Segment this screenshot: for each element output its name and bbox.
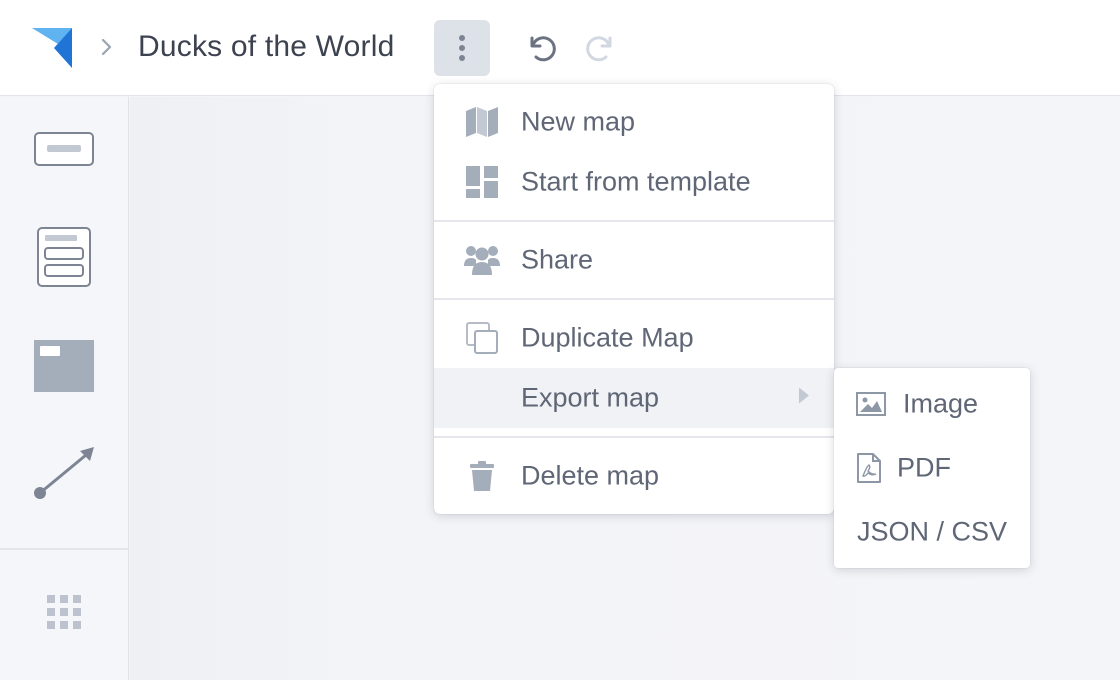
copy-icon [464,320,500,356]
caret-right-icon [798,387,810,410]
export-pdf-item[interactable]: PDF [834,438,1030,498]
image-icon [856,392,886,416]
menu-item-delete-map[interactable]: Delete map [434,446,834,506]
users-icon [464,242,500,278]
menu-item-export-map[interactable]: Export map [434,368,834,428]
menu-item-duplicate-map[interactable]: Duplicate Map [434,308,834,368]
menu-divider [434,220,834,222]
map-title[interactable]: Ducks of the World [138,30,394,64]
list-block-tool[interactable] [0,226,128,288]
map-options-menu: New map Start from template Share Duplic… [434,84,834,514]
menu-divider [434,298,834,300]
grid-icon [47,595,81,629]
undo-button[interactable] [522,30,562,66]
tools-sidebar [0,97,129,680]
more-options-button[interactable] [434,20,490,76]
menu-item-share[interactable]: Share [434,230,834,290]
chevron-right-icon [100,36,114,58]
pdf-file-icon [856,453,882,483]
export-image-item[interactable]: Image [834,374,1030,434]
top-bar: Ducks of the World [0,0,1120,96]
connector-tool[interactable] [0,445,128,501]
vertical-ellipsis-icon [459,35,465,61]
export-submenu: Image PDF JSON / CSV [834,368,1030,568]
redo-button[interactable] [580,30,620,66]
image-block-icon [34,340,94,392]
menu-divider [434,436,834,438]
list-block-icon [37,227,91,287]
export-json-csv-item[interactable]: JSON / CSV [834,502,1030,562]
template-icon [464,164,500,200]
app-logo-icon[interactable] [30,26,74,68]
text-block-icon [34,132,94,166]
menu-item-start-from-template[interactable]: Start from template [434,152,834,212]
arrow-connector-icon [34,447,94,499]
redo-icon [586,36,612,62]
menu-item-new-map[interactable]: New map [434,92,834,152]
map-icon [464,104,500,140]
image-block-tool[interactable] [0,339,128,393]
undo-icon [530,36,556,62]
text-block-tool[interactable] [0,131,128,167]
trash-icon [464,458,500,494]
more-tools-button[interactable] [0,595,128,629]
toolbar-divider [0,548,128,550]
